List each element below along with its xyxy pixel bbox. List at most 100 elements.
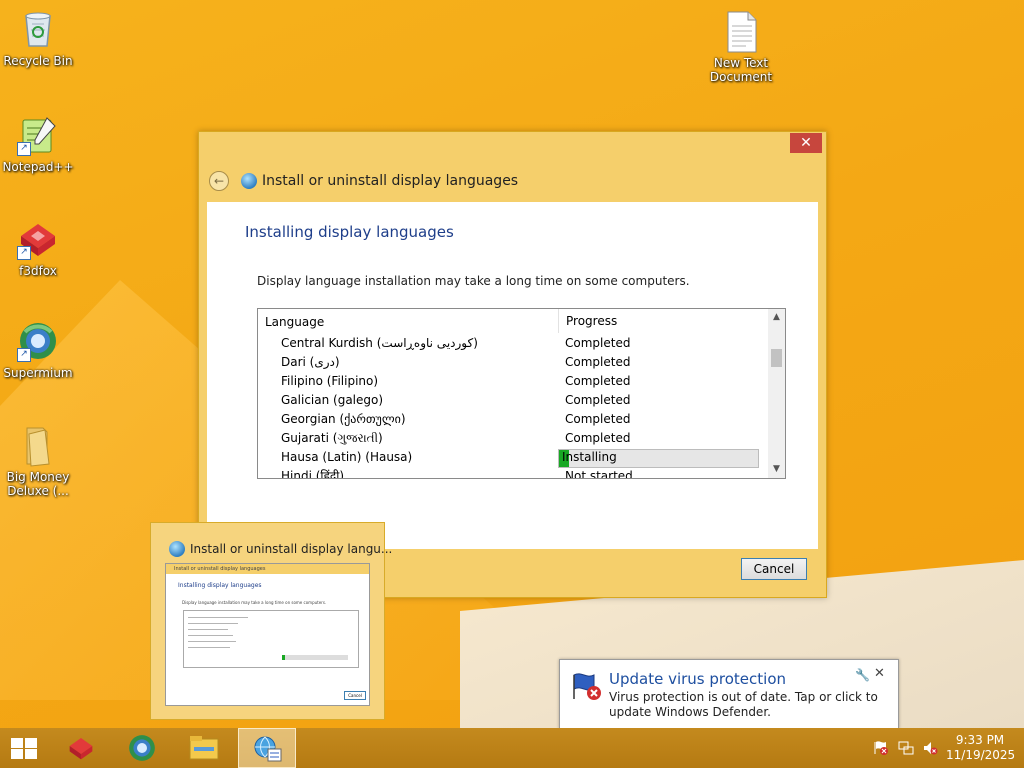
recycle-bin-icon (17, 8, 59, 50)
thumbnail-title-row: Install or uninstall display langu... (169, 541, 392, 557)
desktop-icon-supermium[interactable]: ↗ Supermium (0, 320, 76, 380)
f3dfox-icon: ↗ (17, 218, 59, 260)
text-document-icon (720, 10, 762, 53)
back-arrow-icon[interactable]: ← (209, 171, 229, 191)
desktop-icon-recycle-bin[interactable]: Recycle Bin (0, 8, 76, 68)
supermium-icon: ↗ (17, 320, 59, 362)
desktop-icon-f3dfox[interactable]: ↗ f3dfox (0, 218, 76, 278)
language-cell: Gujarati (ગુજરાતી) (281, 431, 383, 445)
progress-cell: Not started (565, 469, 633, 479)
defender-flag-error-icon (572, 671, 604, 701)
clock-time: 9:33 PM (955, 733, 1005, 747)
table-header: Language Progress (258, 309, 768, 333)
table-row[interactable]: Filipino (Filipino) Completed (258, 372, 768, 391)
language-cell: Hindi (हिंदी) (281, 469, 345, 479)
desktop-icon-label: Notepad++ (2, 160, 74, 174)
globe-language-icon (254, 736, 282, 762)
column-header-progress[interactable]: Progress (558, 309, 617, 333)
mini-row (188, 623, 238, 624)
table-row[interactable]: Hindi (हिंदी) Not started (258, 467, 768, 479)
supermium-taskbar-button[interactable] (118, 728, 166, 768)
progress-cell: Completed (565, 393, 631, 407)
scroll-thumb[interactable] (771, 349, 782, 367)
desktop-icon-label: New Text Document (709, 56, 773, 84)
language-cell: Georgian (ქართული) (281, 412, 406, 426)
table-row[interactable]: Central Kurdish (کوردیی ناوەڕاست) Comple… (258, 334, 768, 353)
mini-title: Install or uninstall display languages (166, 564, 369, 574)
language-cell: Hausa (Latin) (Hausa) (281, 450, 413, 464)
taskbar: 9:33 PM 11/19/2025 (0, 728, 1024, 768)
desktop-icon-notepad-plus-plus[interactable]: ↗ Notepad++ (0, 114, 76, 174)
defender-notification[interactable]: Update virus protection Virus protection… (559, 659, 899, 729)
page-description: Display language installation may take a… (257, 274, 690, 288)
notification-title: Update virus protection (609, 670, 787, 688)
network-icon[interactable] (898, 740, 914, 756)
mini-row (188, 635, 233, 636)
table-row[interactable]: Galician (galego) Completed (258, 391, 768, 410)
f3dfox-icon (69, 738, 93, 760)
mini-row (188, 629, 228, 630)
taskbar-thumbnail-preview[interactable]: Install or uninstall display langu... In… (150, 522, 392, 720)
shortcut-arrow-icon: ↗ (17, 246, 31, 260)
scroll-up-icon[interactable]: ▲ (768, 309, 785, 326)
volume-muted-icon[interactable] (922, 740, 938, 756)
desktop-icon-big-money-deluxe[interactable]: Big Money Deluxe (... (0, 424, 76, 498)
language-cell: Galician (galego) (281, 393, 384, 407)
mini-heading: Installing display languages (178, 582, 262, 589)
globe-language-icon (169, 541, 185, 557)
file-explorer-taskbar-button[interactable] (180, 728, 228, 768)
dialog-content-panel: Installing display languages Display lan… (207, 202, 818, 549)
language-cell: Central Kurdish (کوردیی ناوەڕاست) (281, 336, 478, 350)
table-scrollbar[interactable]: ▲ ▼ (768, 309, 785, 478)
file-explorer-icon (189, 736, 219, 760)
notification-close-button[interactable]: ✕ (874, 666, 885, 681)
desktop-icon-label: f3dfox (19, 264, 57, 278)
language-cell: Filipino (Filipino) (281, 374, 379, 388)
mini-progress-fill (282, 655, 285, 660)
scroll-down-icon[interactable]: ▼ (768, 461, 785, 478)
system-clock[interactable]: 9:33 PM 11/19/2025 (946, 733, 1016, 763)
supermium-icon (129, 735, 155, 761)
dialog-title: Install or uninstall display languages (262, 173, 519, 189)
table-row[interactable]: Dari (دری) Completed (258, 353, 768, 372)
mini-row (188, 617, 248, 618)
shortcut-arrow-icon: ↗ (17, 348, 31, 362)
notepad-plus-plus-icon: ↗ (17, 114, 59, 156)
mini-row (188, 641, 236, 642)
mini-table (183, 610, 359, 668)
table-row[interactable]: Gujarati (ગુજરાતી) Completed (258, 429, 768, 448)
progress-cell: Completed (565, 412, 631, 426)
close-button[interactable]: ✕ (790, 133, 822, 153)
cancel-button[interactable]: Cancel (741, 558, 807, 580)
windows-logo-icon (11, 738, 37, 759)
progress-cell: Completed (565, 374, 631, 388)
globe-language-icon (241, 173, 257, 189)
language-progress-table: Language Progress Central Kurdish (کوردی… (257, 308, 786, 479)
table-row-installing[interactable]: Hausa (Latin) (Hausa) Installing (258, 448, 768, 468)
defender-warning-icon[interactable] (873, 740, 889, 756)
progress-cell: Installing (562, 450, 617, 464)
wrench-icon[interactable]: 🔧 (855, 668, 870, 682)
desktop-icon-label: Big Money Deluxe (... (6, 470, 70, 498)
mini-cancel: Cancel (344, 691, 366, 700)
language-cell: Dari (دری) (281, 355, 340, 369)
page-heading: Installing display languages (245, 223, 454, 241)
progress-cell: Completed (565, 355, 631, 369)
column-header-language[interactable]: Language (265, 315, 324, 329)
mini-progress-bar (282, 655, 348, 660)
mini-row (188, 647, 230, 648)
notification-body: Virus protection is out of date. Tap or … (609, 690, 878, 719)
clock-date: 11/19/2025 (946, 748, 1016, 762)
progress-cell: Completed (565, 431, 631, 445)
mini-description: Display language installation may take a… (182, 600, 327, 605)
start-button[interactable] (0, 728, 48, 768)
progress-cell: Completed (565, 336, 631, 350)
desktop-icon-label: Recycle Bin (3, 54, 73, 68)
thumbnail-window-image: Install or uninstall display languages I… (165, 563, 370, 706)
shortcut-arrow-icon: ↗ (17, 142, 31, 156)
table-row[interactable]: Georgian (ქართული) Completed (258, 410, 768, 429)
desktop-icon-new-text-document[interactable]: New Text Document (703, 10, 779, 84)
folder-icon (17, 424, 59, 467)
language-settings-taskbar-button[interactable] (238, 728, 296, 768)
f3dfox-taskbar-button[interactable] (58, 728, 106, 768)
